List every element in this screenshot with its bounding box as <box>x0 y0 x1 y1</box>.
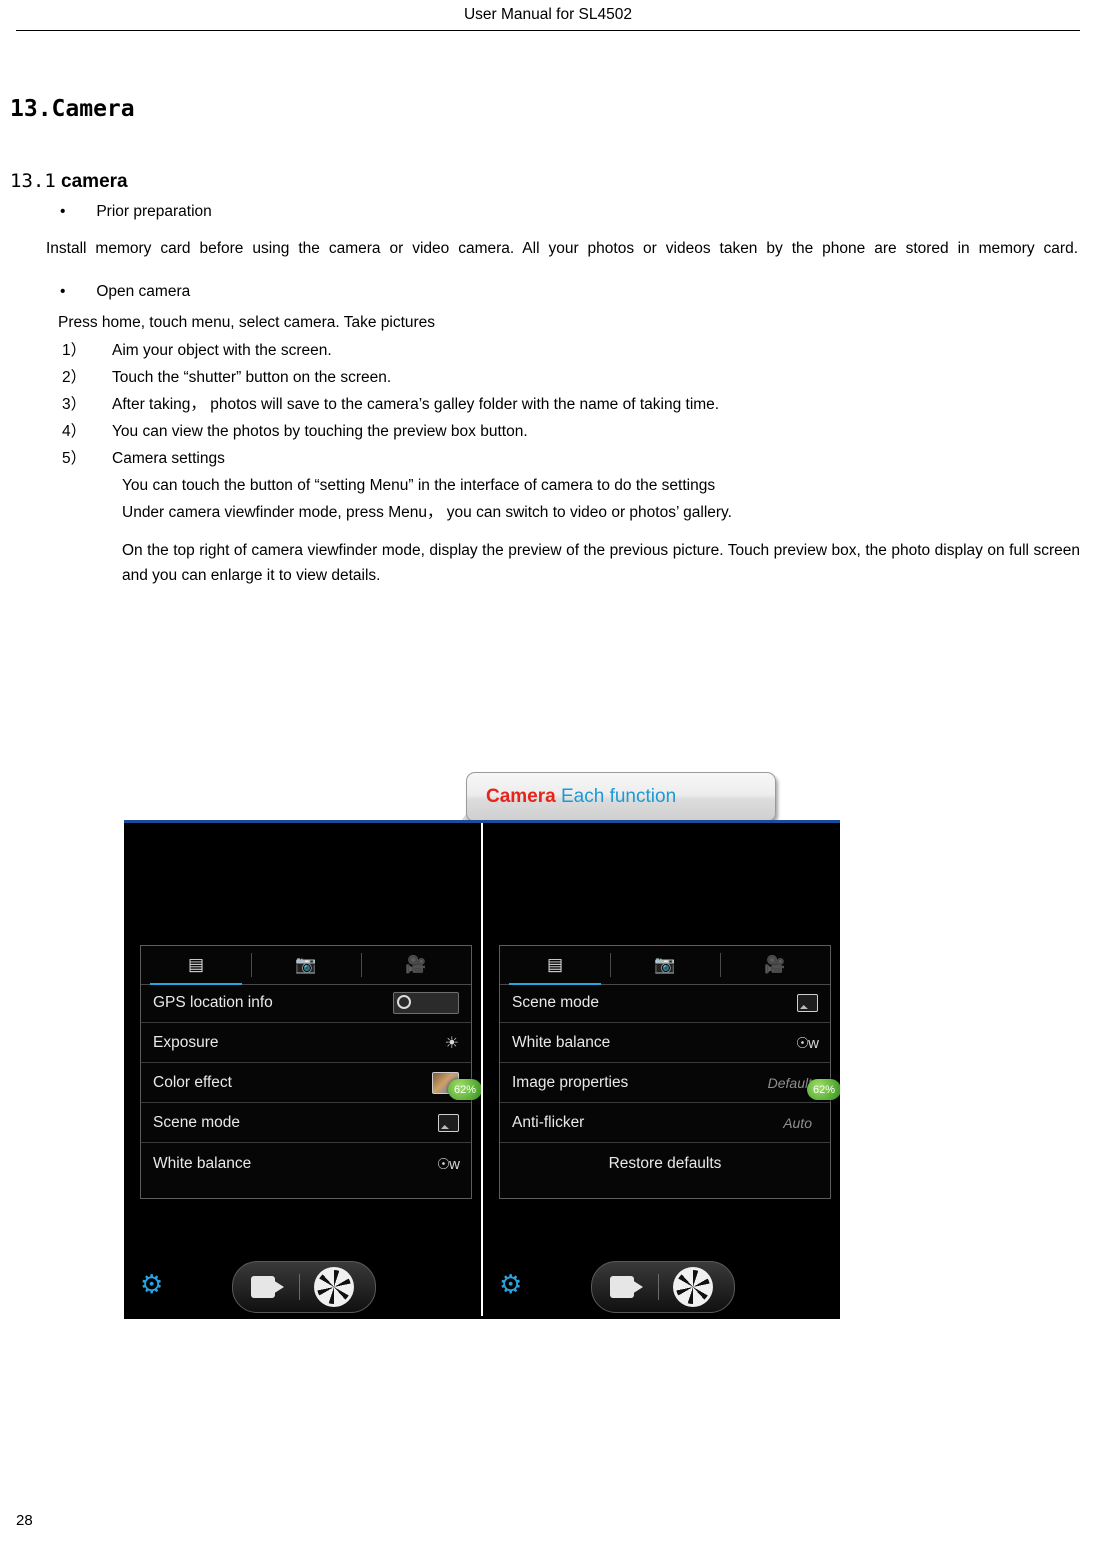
video-icon: 🎥 <box>764 955 786 974</box>
row-gps-location-info[interactable]: GPS location info <box>141 984 471 1023</box>
row-restore-defaults[interactable]: Restore defaults <box>500 1144 830 1183</box>
row-label: White balance <box>153 1154 252 1172</box>
tab-video[interactable]: 🎥 <box>361 946 471 984</box>
row-label: GPS location info <box>153 994 273 1011</box>
bullet-prior-preparation: • Prior preparation <box>60 203 212 221</box>
subsection-title: camera <box>61 171 128 192</box>
tab-settings-sliders[interactable]: ▤ <box>141 946 251 985</box>
settings-tabbar-left: ▤ 📷 🎥 <box>141 946 471 985</box>
subsection-number: 13.1 <box>10 170 56 192</box>
settings-menu-right: ▤ 📷 🎥 Scene mode White balance ☉w Image … <box>499 945 831 1199</box>
pill-divider <box>299 1274 300 1300</box>
paragraph-install-memory-card: Install memory card before using the cam… <box>46 240 1078 257</box>
step-5-text: Camera settings <box>112 450 225 467</box>
paragraph-press-home: Press home, touch menu, select camera. T… <box>58 314 436 331</box>
step-3-text: After taking， photos will save to the ca… <box>112 396 720 413</box>
mode-switch-pill-left[interactable] <box>232 1261 376 1313</box>
tab-video[interactable]: 🎥 <box>720 946 830 984</box>
video-mode-icon[interactable] <box>251 1276 285 1298</box>
row-anti-flicker[interactable]: Anti-flicker Auto <box>500 1104 830 1143</box>
video-body <box>610 1276 634 1298</box>
paragraph-viewfinder-menu: Under camera viewfinder mode, press Menu… <box>122 504 732 521</box>
row-value: Auto <box>783 1115 812 1131</box>
gear-icon-left[interactable]: ⚙ <box>140 1271 166 1297</box>
row-label: Exposure <box>153 1034 219 1051</box>
row-value: Default <box>767 1075 812 1091</box>
battery-indicator-right: 62% <box>807 1079 840 1100</box>
callout-label: Camera Each function <box>486 786 756 808</box>
white-balance-icon: ☉w <box>436 1155 460 1173</box>
bullet-dot-icon: • <box>60 203 66 220</box>
exposure-icon: ☀ <box>444 1035 459 1052</box>
settings-menu-left: ▤ 📷 🎥 GPS location info Exposure ☀ Color… <box>140 945 472 1199</box>
tab-settings-sliders[interactable]: ▤ <box>500 946 610 985</box>
bullet-label: Prior preparation <box>96 203 212 220</box>
callout-blue-text: Each function <box>555 786 677 807</box>
video-lens <box>273 1280 284 1294</box>
row-label: Scene mode <box>153 1114 241 1131</box>
camera-icon: 📷 <box>654 955 676 974</box>
section-number: 13. <box>10 96 52 122</box>
video-lens <box>632 1280 643 1294</box>
settings-tabbar-right: ▤ 📷 🎥 <box>500 946 830 985</box>
battery-indicator-left: 62% <box>448 1079 481 1100</box>
mode-switch-pill-right[interactable] <box>591 1261 735 1313</box>
tab-camera[interactable]: 📷 <box>610 946 720 984</box>
screenshot-pair: ▤ 📷 🎥 GPS location info Exposure ☀ Color… <box>124 820 840 1319</box>
bullet-open-camera: • Open camera <box>60 283 190 301</box>
row-label: Scene mode <box>512 994 600 1011</box>
video-mode-icon[interactable] <box>610 1276 644 1298</box>
row-exposure[interactable]: Exposure ☀ <box>141 1024 471 1063</box>
shutter-button-left[interactable] <box>314 1267 354 1307</box>
sliders-icon: ▤ <box>546 955 564 974</box>
row-label: Color effect <box>153 1074 232 1091</box>
row-label: Anti-flicker <box>512 1114 585 1131</box>
scene-mode-icon <box>797 994 818 1012</box>
row-image-properties[interactable]: Image properties Default <box>500 1064 830 1103</box>
camera-icon: 📷 <box>295 955 317 974</box>
document-page: User Manual for SL4502 13.Camera 13.1 ca… <box>0 0 1096 1552</box>
camera-settings-screenshot-left: ▤ 📷 🎥 GPS location info Exposure ☀ Color… <box>124 823 481 1316</box>
page-number: 28 <box>16 1512 33 1529</box>
sliders-icon: ▤ <box>187 955 205 974</box>
row-white-balance[interactable]: White balance ☉w <box>500 1024 830 1063</box>
page-header: User Manual for SL4502 <box>463 6 632 23</box>
row-label: White balance <box>512 1034 611 1051</box>
gear-icon-right[interactable]: ⚙ <box>499 1271 525 1297</box>
section-heading: 13.Camera <box>10 96 135 122</box>
shutter-button-right[interactable] <box>673 1267 713 1307</box>
row-scene-mode[interactable]: Scene mode <box>500 984 830 1023</box>
pill-divider <box>658 1274 659 1300</box>
video-body <box>251 1276 275 1298</box>
bullet-label: Open camera <box>96 283 191 300</box>
row-label: Image properties <box>512 1074 629 1091</box>
row-scene-mode[interactable]: Scene mode <box>141 1104 471 1143</box>
section-title: Camera <box>51 96 135 122</box>
tab-camera[interactable]: 📷 <box>251 946 361 984</box>
step-4-text: You can view the photos by touching the … <box>112 423 528 440</box>
white-balance-icon: ☉w <box>795 1035 819 1052</box>
subsection-heading: 13.1 camera <box>10 170 128 193</box>
gps-toggle[interactable] <box>393 992 459 1014</box>
paragraph-preview-box: On the top right of camera viewfinder mo… <box>122 542 1080 584</box>
step-1-text: Aim your object with the screen. <box>112 342 332 359</box>
camera-settings-screenshot-right: ▤ 📷 🎥 Scene mode White balance ☉w Image … <box>483 823 840 1316</box>
row-white-balance[interactable]: White balance ☉w <box>141 1144 471 1183</box>
video-icon: 🎥 <box>405 955 427 974</box>
toggle-knob <box>397 995 411 1009</box>
step-2-text: Touch the “shutter” button on the screen… <box>112 369 392 386</box>
callout-red-text: Camera <box>486 786 556 807</box>
header-divider <box>16 30 1080 31</box>
paragraph-settings-menu: You can touch the button of “setting Men… <box>122 477 716 494</box>
row-color-effect[interactable]: Color effect <box>141 1064 471 1103</box>
bullet-dot-icon: • <box>60 283 66 300</box>
row-label: Restore defaults <box>608 1154 722 1172</box>
scene-mode-icon <box>438 1114 459 1132</box>
